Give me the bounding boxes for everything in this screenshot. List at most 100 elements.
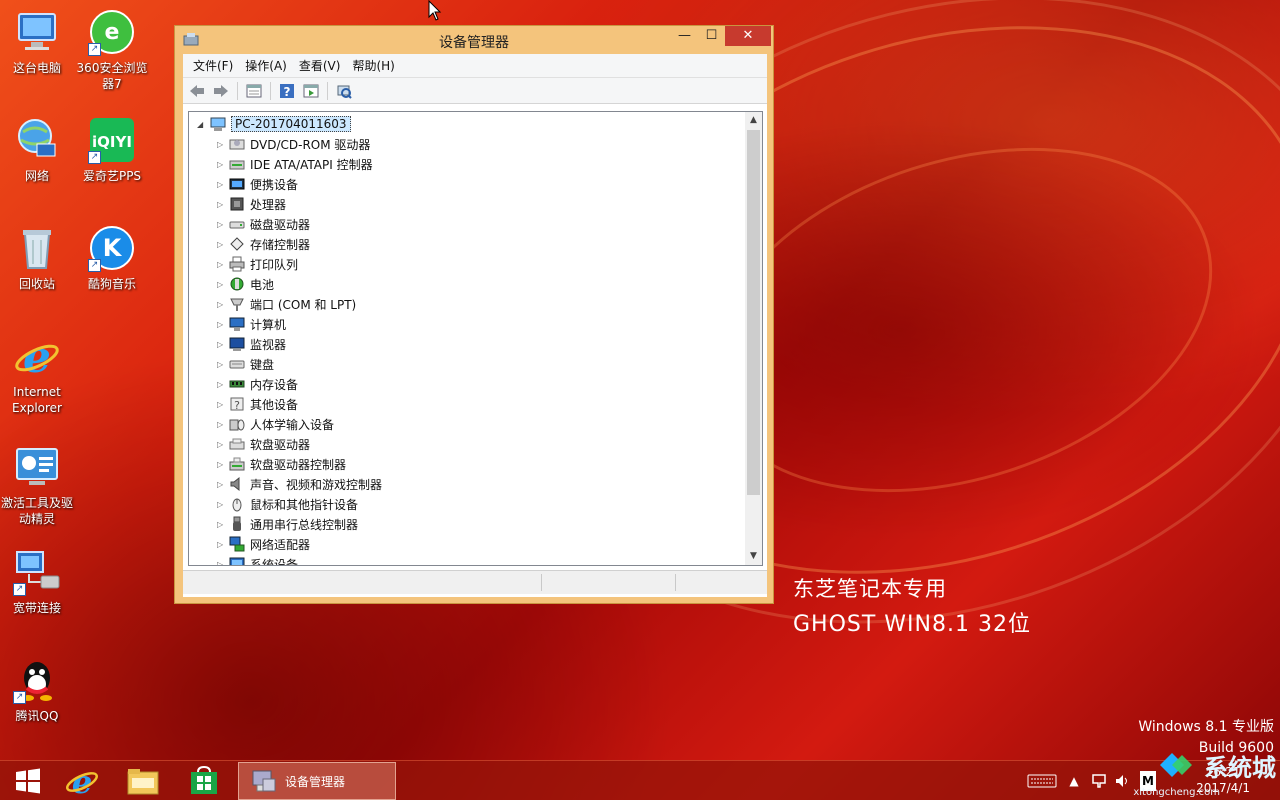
desktop-icon-recycle-bin[interactable]: 回收站 [0, 224, 74, 292]
desktop-icon-qq[interactable]: ↗ 腾讯QQ [0, 656, 74, 724]
expand-arrow-icon[interactable]: ▷ [217, 460, 229, 469]
floppy-controller-icon [229, 457, 245, 471]
device-tree-pane: ◢ PC-201704011603 ▷ DVD/CD-ROM 驱动器 ▷ IDE A… [188, 111, 763, 566]
expand-arrow-icon[interactable]: ▷ [217, 160, 229, 169]
view-icon[interactable] [301, 81, 321, 101]
desktop-icon-broadband[interactable]: ↗ 宽带连接 [0, 548, 74, 616]
desktop-icon-360-browser[interactable]: e ↗ 360安全浏览器7 [75, 8, 149, 92]
tree-item-processor[interactable]: ▷ 处理器 [189, 194, 745, 214]
expand-arrow-icon[interactable]: ▷ [217, 200, 229, 209]
expand-arrow-icon[interactable]: ▷ [217, 420, 229, 429]
expand-arrow-icon[interactable]: ▷ [217, 340, 229, 349]
menu-view[interactable]: 查看(V) [293, 55, 347, 76]
help-icon[interactable]: ? [277, 81, 297, 101]
scrollbar-thumb[interactable] [747, 130, 760, 495]
expand-arrow-icon[interactable]: ▷ [217, 500, 229, 509]
taskbar-device-manager-button[interactable]: 设备管理器 [238, 762, 396, 800]
desktop-icon-kugou[interactable]: K ↗ 酷狗音乐 [75, 224, 149, 292]
tree-item-sound[interactable]: ▷ 声音、视频和游戏控制器 [189, 474, 745, 494]
expand-arrow-icon[interactable]: ▷ [217, 260, 229, 269]
tree-item-system[interactable]: ▷ 系统设备 [189, 554, 745, 565]
tree-item-ide[interactable]: ▷ IDE ATA/ATAPI 控制器 [189, 154, 745, 174]
expand-arrow-icon[interactable]: ▷ [217, 220, 229, 229]
tree-item-battery[interactable]: ▷ 电池 [189, 274, 745, 294]
action-center-icon[interactable] [1090, 771, 1108, 791]
tree-item-ports[interactable]: ▷ 端口 (COM 和 LPT) [189, 294, 745, 314]
tree-item-usb[interactable]: ▷ 通用串行总线控制器 [189, 514, 745, 534]
expand-arrow-icon[interactable]: ▷ [217, 380, 229, 389]
keyboard-tray-icon[interactable] [1026, 771, 1058, 791]
maximize-button[interactable]: ☐ [698, 26, 725, 46]
expand-arrow-icon[interactable]: ▷ [217, 140, 229, 149]
scroll-up-icon[interactable]: ▲ [745, 112, 762, 129]
close-button[interactable]: ✕ [725, 26, 771, 46]
properties-icon[interactable] [244, 81, 264, 101]
expand-arrow-icon[interactable]: ▷ [217, 440, 229, 449]
menu-file[interactable]: 文件(F) [187, 55, 239, 76]
expand-arrow-icon[interactable]: ▷ [217, 300, 229, 309]
shortcut-arrow-icon: ↗ [13, 583, 26, 596]
expand-arrow-icon[interactable]: ▷ [217, 320, 229, 329]
collapse-arrow-icon[interactable]: ◢ [197, 120, 209, 129]
start-button[interactable] [0, 761, 56, 800]
tree-item-network-adapter[interactable]: ▷ 网络适配器 [189, 534, 745, 554]
taskbar-explorer-button[interactable] [115, 761, 171, 800]
volume-icon[interactable] [1114, 771, 1132, 791]
tree-item-keyboard[interactable]: ▷ 键盘 [189, 354, 745, 374]
svg-text:K: K [103, 234, 123, 262]
scan-hardware-icon[interactable] [334, 81, 354, 101]
expand-arrow-icon[interactable]: ▷ [217, 540, 229, 549]
taskbar-ie-button[interactable]: e [54, 761, 110, 800]
expand-arrow-icon[interactable]: ▷ [217, 520, 229, 529]
tree-item-hid[interactable]: ▷ 人体学输入设备 [189, 414, 745, 434]
show-hidden-icons-icon[interactable]: ▲ [1066, 771, 1082, 791]
desktop-icon-internet-explorer[interactable]: e Internet Explorer [0, 332, 74, 416]
menu-help[interactable]: 帮助(H) [346, 55, 400, 76]
tree-item-mouse[interactable]: ▷ 鼠标和其他指针设备 [189, 494, 745, 514]
taskbar-store-button[interactable] [176, 761, 232, 800]
port-icon [230, 298, 244, 311]
tree-item-portable[interactable]: ▷ 便携设备 [189, 174, 745, 194]
desktop-icon-this-pc[interactable]: 这台电脑 [0, 8, 74, 76]
tree-item-floppy[interactable]: ▷ 软盘驱动器 [189, 434, 745, 454]
tree-item-storage[interactable]: ▷ 存储控制器 [189, 234, 745, 254]
tree-item-disk[interactable]: ▷ 磁盘驱动器 [189, 214, 745, 234]
desktop-icon-network[interactable]: 网络 [0, 116, 74, 184]
vertical-scrollbar[interactable]: ▲ ▼ [745, 112, 762, 565]
minimize-button[interactable]: — [671, 26, 698, 46]
forward-icon[interactable] [211, 81, 231, 101]
tree-item-computer[interactable]: ▷ 计算机 [189, 314, 745, 334]
title-bar[interactable]: 设备管理器 — ☐ ✕ [175, 26, 773, 54]
tree-root-row[interactable]: ◢ PC-201704011603 [189, 114, 745, 134]
monitor-icon [229, 337, 245, 351]
expand-arrow-icon[interactable]: ▷ [217, 400, 229, 409]
menu-action[interactable]: 操作(A) [239, 55, 293, 76]
expand-arrow-icon[interactable]: ▷ [217, 480, 229, 489]
site-logo-text: 系统城 [1204, 753, 1276, 782]
toolbar-separator [327, 81, 328, 100]
expand-arrow-icon[interactable]: ▷ [217, 180, 229, 189]
tree-item-label: 键盘 [250, 357, 275, 372]
tree-item-print-queue[interactable]: ▷ 打印队列 [189, 254, 745, 274]
computer-icon [13, 8, 61, 56]
back-icon[interactable] [187, 81, 207, 101]
tree-item-floppy-controller[interactable]: ▷ 软盘驱动器控制器 [189, 454, 745, 474]
tree-item-monitor[interactable]: ▷ 监视器 [189, 334, 745, 354]
portable-device-icon [229, 178, 245, 190]
tree-item-memory[interactable]: ▷ 内存设备 [189, 374, 745, 394]
device-manager-window[interactable]: 设备管理器 — ☐ ✕ 文件(F) 操作(A) 查看(V) 帮助(H) ? ◢ … [174, 25, 774, 604]
scroll-down-icon[interactable]: ▼ [745, 548, 762, 565]
desktop-icon-label: 回收站 [18, 277, 55, 291]
tree-item-label: 便携设备 [250, 177, 299, 192]
expand-arrow-icon[interactable]: ▷ [217, 560, 229, 566]
tree-item-dvd[interactable]: ▷ DVD/CD-ROM 驱动器 [189, 134, 745, 154]
tree-item-other[interactable]: ▷? 其他设备 [189, 394, 745, 414]
expand-arrow-icon[interactable]: ▷ [217, 360, 229, 369]
desktop-icon-activation-tool[interactable]: 激活工具及驱动精灵 [0, 443, 74, 527]
tree-item-label: 内存设备 [250, 377, 299, 392]
expand-arrow-icon[interactable]: ▷ [217, 280, 229, 289]
expand-arrow-icon[interactable]: ▷ [217, 240, 229, 249]
tree-root-label[interactable]: PC-201704011603 [231, 116, 351, 132]
desktop-icon-iqiyi[interactable]: iQIYI ↗ 爱奇艺PPS [75, 116, 149, 184]
qq-icon: ↗ [13, 656, 61, 704]
